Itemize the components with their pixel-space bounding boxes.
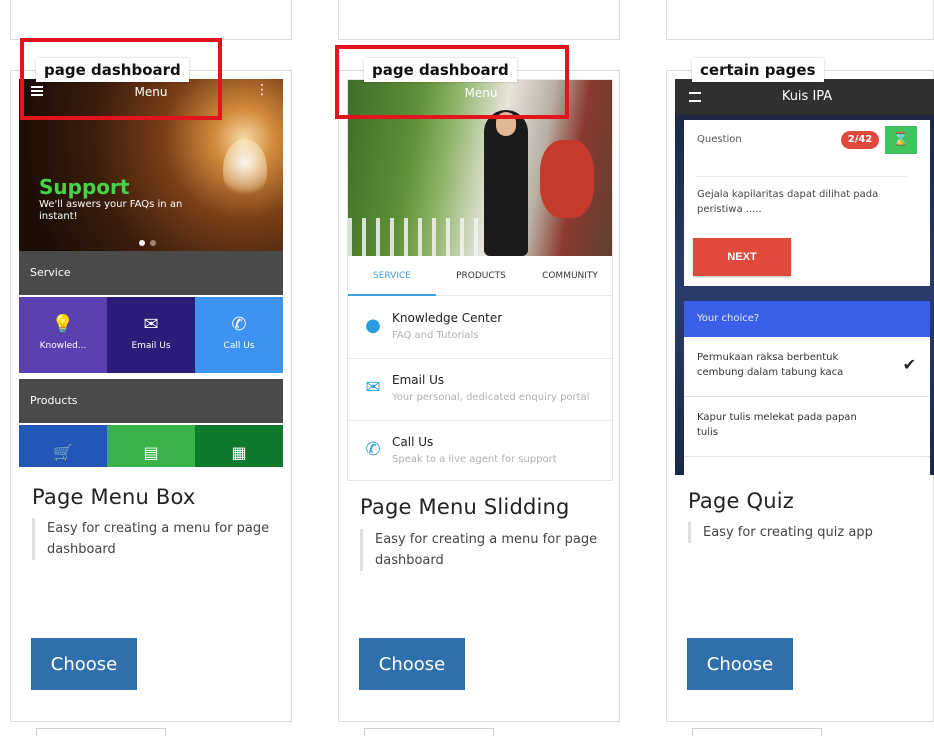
tile-knowledge[interactable]: 💡 Knowled... [19, 297, 107, 373]
header-title: Kuis IPA [781, 89, 833, 104]
hamburger-menu-icon[interactable] [689, 92, 701, 102]
preview-menu-slidding: Menu SERVICE PRODUCTS COMMUNITY ● Knowle… [347, 79, 613, 481]
answer-option-2[interactable]: Kapur tulis melekat pada papan tulis [684, 397, 930, 457]
tile-call[interactable]: ✆ Call Us [195, 297, 283, 373]
card-description: Easy for creating a menu for page dashbo… [32, 518, 272, 560]
card-stub-bottom-2 [364, 728, 494, 736]
card-title: Page Quiz [688, 489, 795, 513]
hero-subtitle: We'll aswers your FAQs in an instant! [39, 199, 183, 222]
lightbulb-icon: 💡 [51, 314, 75, 335]
card-stub-bottom-1 [36, 728, 166, 736]
question-card: Question 2/42 ⌛ Gejala kapilaritas dapat… [684, 120, 930, 286]
callout-label-3: certain pages [692, 58, 824, 82]
card-title: Page Menu Slidding [360, 495, 570, 519]
question-text: Gejala kapilaritas dapat dilihat pada pe… [697, 176, 907, 217]
card-stub-top-2 [338, 0, 620, 40]
preview-menu-box: Menu ⋮ Support We'll aswers your FAQs in… [19, 79, 283, 467]
next-button[interactable]: NEXT [693, 238, 791, 276]
section-service: Service [19, 251, 283, 295]
app-header: Kuis IPA [675, 79, 934, 115]
choose-button-quiz[interactable]: Choose [687, 638, 793, 690]
template-card-quiz: Kuis IPA Question 2/42 ⌛ Gejala kapilari… [666, 70, 934, 722]
lantern-image [540, 140, 594, 218]
money-icon[interactable]: ▤ [107, 425, 195, 467]
card-stub-top-1 [10, 0, 292, 40]
tab-community[interactable]: COMMUNITY [526, 256, 612, 296]
choice-header: Your choice? [684, 301, 930, 337]
lightbulb-icon: ● [365, 315, 381, 336]
cart-icon[interactable]: 🛒 [19, 425, 107, 467]
tab-products[interactable]: PRODUCTS [436, 256, 526, 296]
list-item-email[interactable]: ✉ Email Us Your personal, dedicated enqu… [348, 359, 612, 421]
template-card-menu-slidding: Menu SERVICE PRODUCTS COMMUNITY ● Knowle… [338, 70, 620, 722]
callout-label-2: page dashboard [364, 58, 517, 82]
hero-title: Support [39, 175, 130, 199]
preview-quiz: Kuis IPA Question 2/42 ⌛ Gejala kapilari… [675, 79, 934, 475]
clipboard-icon[interactable]: ▦ [195, 425, 283, 467]
card-description: Easy for creating a menu for page dashbo… [360, 529, 600, 571]
card-description: Easy for creating quiz app [688, 522, 928, 543]
tile-email[interactable]: ✉ Email Us [107, 297, 195, 373]
template-card-menu-box: Menu ⋮ Support We'll aswers your FAQs in… [10, 70, 292, 722]
phone-icon: ✆ [231, 314, 247, 335]
more-vert-icon[interactable]: ⋮ [255, 83, 269, 97]
answer-option-3[interactable] [684, 457, 930, 475]
choose-button-menu-box[interactable]: Choose [31, 638, 137, 690]
card-title: Page Menu Box [32, 485, 196, 509]
card-stub-top-3 [666, 0, 934, 40]
carousel-dots[interactable] [139, 231, 161, 250]
lightbulb-image [223, 139, 267, 199]
choose-button-menu-slidding[interactable]: Choose [359, 638, 465, 690]
callout-label-1: page dashboard [36, 58, 189, 82]
list-item-call[interactable]: ✆ Call Us Speak to a live agent for supp… [348, 421, 612, 480]
list-item-knowledge[interactable]: ● Knowledge Center FAQ and Tutorials [348, 297, 612, 359]
envelope-icon: ✉ [143, 314, 159, 335]
tab-service[interactable]: SERVICE [348, 256, 436, 296]
hourglass-icon: ⌛ [885, 126, 917, 154]
answer-option-1[interactable]: Permukaan raksa berbentuk cembung dalam … [684, 337, 930, 397]
section-products: Products [19, 379, 283, 423]
question-counter-badge: 2/42 [841, 131, 879, 149]
card-stub-bottom-3 [692, 728, 822, 736]
phone-icon: ✆ [365, 439, 381, 460]
envelope-icon: ✉ [365, 377, 381, 398]
callout-box-2 [335, 45, 569, 119]
tab-bar: SERVICE PRODUCTS COMMUNITY [348, 256, 612, 296]
railing-image [348, 218, 488, 256]
checkmark-icon: ✔ [902, 355, 916, 374]
question-label: Question [697, 134, 742, 145]
